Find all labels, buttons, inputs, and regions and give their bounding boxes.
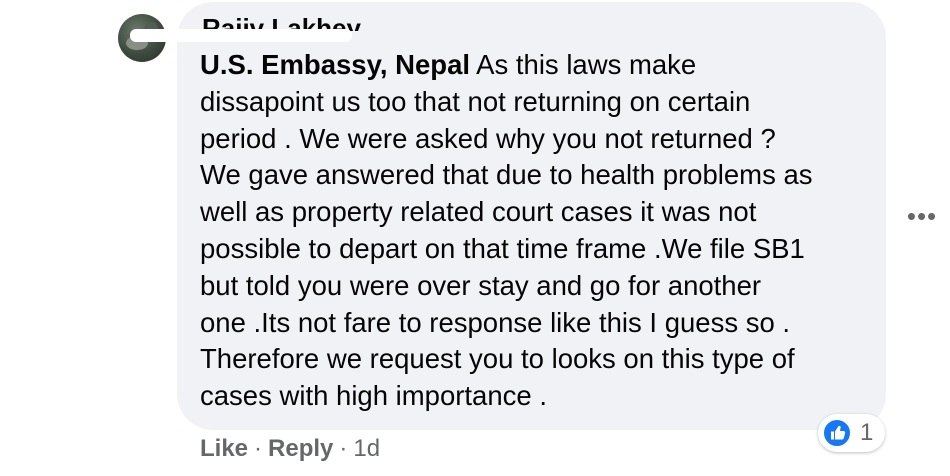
redaction-bar: [130, 29, 352, 42]
like-button[interactable]: Like: [200, 435, 248, 462]
reaction-count: 1: [860, 419, 874, 446]
comment-timestamp[interactable]: 1d: [353, 435, 380, 462]
separator-dot: ·: [254, 435, 263, 462]
comment-text: U.S. Embassy, Nepal As this laws make di…: [200, 47, 880, 415]
more-options-button[interactable]: •••: [906, 203, 938, 229]
reply-button[interactable]: Reply: [268, 435, 333, 462]
separator-dot: ·: [339, 435, 348, 462]
comment-actions: Like · Reply · 1d: [200, 434, 380, 464]
reaction-summary[interactable]: 1: [818, 414, 886, 452]
like-icon: [822, 418, 852, 448]
more-horizontal-icon: •••: [906, 201, 938, 231]
comment-body: As this laws make dissapoint us too that…: [200, 49, 813, 412]
mention-tag[interactable]: U.S. Embassy, Nepal: [200, 49, 470, 80]
